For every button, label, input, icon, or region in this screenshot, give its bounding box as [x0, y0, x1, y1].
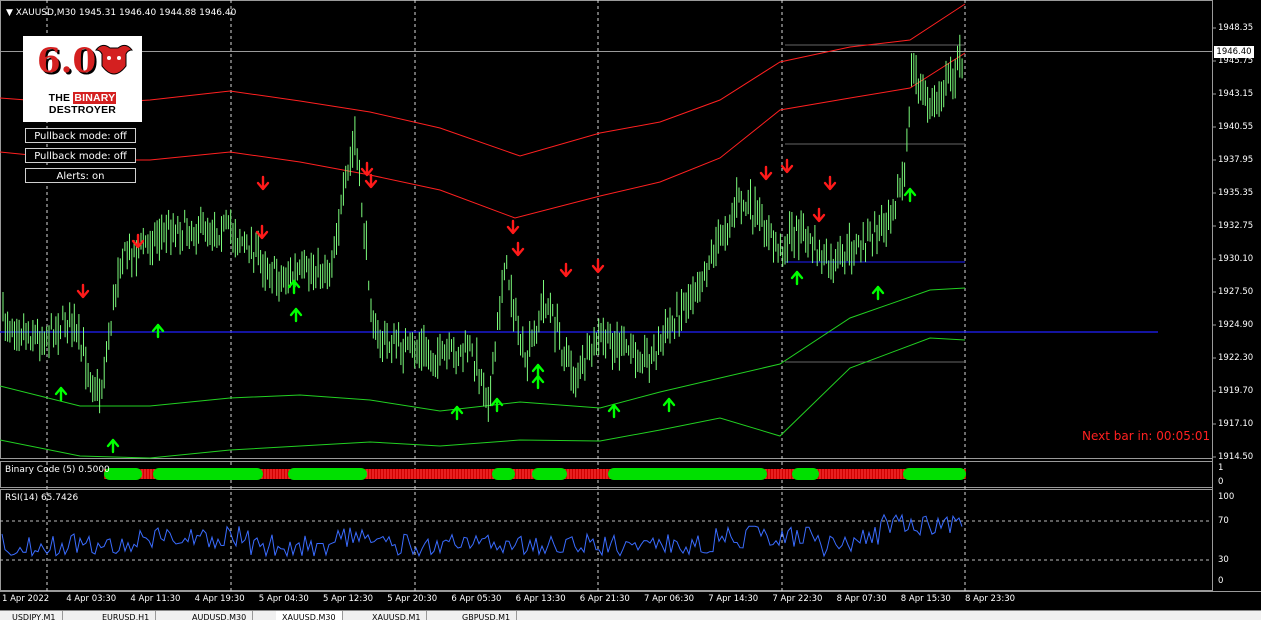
- price-tick-label: 1927.50: [1218, 287, 1254, 297]
- current-price-tag: 1946.40: [1214, 46, 1254, 58]
- buy-arrow-icon: [607, 403, 621, 419]
- buy-arrow-icon: [54, 386, 68, 402]
- rsi-indicator: [0, 513, 1212, 561]
- buy-arrow-icon: [531, 374, 545, 390]
- binary-green-segment: [288, 468, 367, 480]
- buy-arrow-icon: [871, 285, 885, 301]
- rsi-level-30: 30: [1218, 555, 1229, 565]
- sell-arrow-icon: [256, 175, 270, 191]
- sell-arrow-icon: [506, 219, 520, 235]
- pullback-mode-button-2[interactable]: Pullback mode: off: [25, 148, 136, 163]
- buy-arrow-icon: [106, 438, 120, 454]
- pullback-mode-button-1[interactable]: Pullback mode: off: [25, 128, 136, 143]
- binary-green-segment: [792, 468, 819, 480]
- buy-arrow-icon: [490, 397, 504, 413]
- buy-arrow-icon: [662, 397, 676, 413]
- time-tick-label: 4 Apr 11:30: [130, 594, 181, 604]
- buy-arrow-icon: [790, 270, 804, 286]
- sell-arrow-icon: [780, 158, 794, 174]
- binary-green-segment: [153, 468, 263, 480]
- sell-arrow-icon: [812, 207, 826, 223]
- next-bar-timer: Next bar in: 00:05:01: [1082, 429, 1211, 443]
- alerts-button[interactable]: Alerts: on: [25, 168, 136, 183]
- rsi-level-70: 70: [1218, 516, 1229, 526]
- buy-arrow-icon: [903, 187, 917, 203]
- time-tick-label: 5 Apr 12:30: [323, 594, 374, 604]
- dropdown-triangle-icon[interactable]: ▼: [6, 8, 13, 18]
- rsi-level-100: 100: [1218, 492, 1235, 502]
- time-tick-label: 4 Apr 19:30: [194, 594, 245, 604]
- binary-green-segment: [608, 468, 767, 480]
- sell-arrow-icon: [759, 165, 773, 181]
- sell-arrow-icon: [591, 258, 605, 274]
- buy-arrow-icon: [151, 323, 165, 339]
- buy-arrow-icon: [289, 307, 303, 323]
- time-tick-label: 8 Apr 07:30: [836, 594, 887, 604]
- binary-axis-top: 1: [1218, 463, 1224, 473]
- binary-green-segment: [492, 468, 515, 480]
- rsi-panel-frame: [0, 489, 1213, 591]
- price-tick-label: 1935.35: [1218, 188, 1254, 198]
- time-tick-label: 8 Apr 23:30: [965, 594, 1016, 604]
- time-tick-label: 6 Apr 21:30: [579, 594, 630, 604]
- price-candles: [2, 34, 963, 422]
- time-tick-label: 7 Apr 14:30: [708, 594, 759, 604]
- price-tick-label: 1922.30: [1218, 353, 1254, 363]
- binary-code-label: Binary Code (5) 0.5000: [5, 465, 110, 475]
- symbol-header: ▼ XAUUSD,M30 1945.31 1946.40 1944.88 194…: [6, 8, 237, 18]
- sell-arrow-icon: [360, 161, 374, 177]
- sell-arrow-icon: [364, 173, 378, 189]
- binary-axis-bottom: 0: [1218, 477, 1224, 487]
- upper-band-outer: [0, 3, 966, 157]
- rsi-label: RSI(14) 65.7426: [5, 493, 79, 503]
- price-tick-label: 1930.10: [1218, 254, 1254, 264]
- sell-arrow-icon: [511, 241, 525, 257]
- time-tick-label: 4 Apr 03:30: [66, 594, 117, 604]
- binary-destroyer-logo: 6.0 THE BINARY DESTROYER: [23, 36, 142, 122]
- price-tick-label: 1937.95: [1218, 155, 1254, 165]
- binary-green-segment: [532, 468, 567, 480]
- binary-code-indicator: [104, 468, 966, 480]
- binary-green-segment: [903, 468, 966, 480]
- time-tick-label: 5 Apr 20:30: [387, 594, 438, 604]
- price-tick-label: 1948.35: [1218, 23, 1254, 33]
- time-tick-label: 1 Apr 2022: [2, 594, 50, 604]
- price-tick-label: 1919.70: [1218, 386, 1254, 396]
- upper-band-inner: [0, 52, 966, 219]
- envelope-bands: [0, 3, 966, 459]
- sell-arrow-icon: [76, 283, 90, 299]
- rsi-level-0: 0: [1218, 576, 1224, 586]
- main-panel-frame: [0, 0, 1213, 459]
- time-tick-label: 6 Apr 13:30: [515, 594, 566, 604]
- bull-icon: [92, 40, 136, 76]
- sell-arrow-icon: [823, 175, 837, 191]
- time-tick-label: 7 Apr 22:30: [772, 594, 823, 604]
- price-tick-label: 1932.75: [1218, 221, 1254, 231]
- time-tick-label: 8 Apr 15:30: [900, 594, 951, 604]
- signal-arrows: [54, 158, 917, 454]
- sell-arrow-icon: [559, 262, 573, 278]
- time-tick-label: 7 Apr 06:30: [644, 594, 695, 604]
- time-tick-label: 5 Apr 04:30: [258, 594, 309, 604]
- logo-version: 6.0: [37, 41, 97, 81]
- lower-band-outer: [0, 337, 966, 459]
- lower-band-inner: [0, 287, 966, 412]
- price-tick-label: 1914.50: [1218, 452, 1254, 462]
- logo-title: THE BINARY DESTROYER: [48, 92, 117, 116]
- time-tick-label: 6 Apr 05:30: [451, 594, 502, 604]
- price-tick-label: 1943.15: [1218, 89, 1254, 99]
- chart-grid: [0, 0, 1261, 592]
- trading-chart[interactable]: [0, 0, 1261, 619]
- price-tick-label: 1940.55: [1218, 122, 1254, 132]
- price-tick-label: 1924.90: [1218, 320, 1254, 330]
- price-tick-label: 1917.10: [1218, 419, 1254, 429]
